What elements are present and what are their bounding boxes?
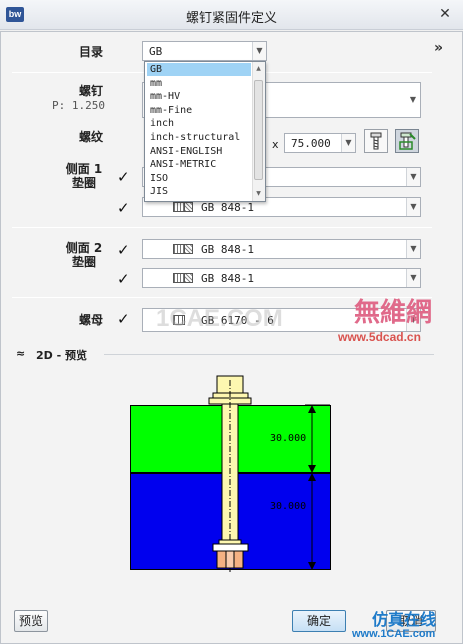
title-bar: bw 螺钉紧固件定义 ✕ bbox=[0, 0, 463, 30]
watermark-url1: www.5dcad.cn bbox=[338, 330, 421, 344]
side1-label: 侧面 1 垫圈 bbox=[65, 162, 103, 190]
screw-thread-button[interactable] bbox=[364, 129, 388, 153]
dropdown-scrollbar[interactable]: ▲ ▼ bbox=[252, 62, 265, 201]
nut-checkbox[interactable]: ✓ bbox=[117, 312, 131, 327]
catalog-option[interactable]: inch-structural bbox=[147, 131, 251, 144]
scroll-up-icon[interactable]: ▲ bbox=[254, 63, 263, 75]
scroll-thumb[interactable] bbox=[254, 80, 263, 180]
washer-thumbnail-icon bbox=[173, 202, 185, 212]
preview-toggle-icon[interactable]: ≈ bbox=[16, 347, 25, 360]
catalog-option[interactable]: mm-HV bbox=[147, 90, 251, 103]
catalog-option[interactable]: mm bbox=[147, 77, 251, 90]
side1-washer2-checkbox[interactable]: ✓ bbox=[117, 201, 131, 216]
catalog-option[interactable]: JIS bbox=[147, 185, 251, 198]
screw-hole-icon bbox=[399, 132, 416, 150]
watermark-cn-logo: 無維網 bbox=[354, 298, 433, 328]
ok-button[interactable]: 确定 bbox=[292, 610, 346, 632]
catalog-select[interactable]: GB ▼ bbox=[142, 41, 267, 61]
catalog-value: GB bbox=[149, 45, 163, 58]
chevron-down-icon[interactable]: ▼ bbox=[341, 134, 355, 152]
catalog-dropdown-list[interactable]: ▲ ▼ GB mm mm-HV mm-Fine inch inch-structural A… bbox=[144, 61, 266, 202]
side2-label: 侧面 2 垫圈 bbox=[65, 241, 103, 269]
dim-top-label: 30.000 bbox=[270, 433, 307, 444]
catalog-option[interactable]: ANSI-METRIC bbox=[147, 158, 251, 171]
preview-canvas bbox=[130, 405, 331, 570]
preview-button[interactable]: 预览 bbox=[14, 610, 48, 632]
catalog-option[interactable]: GB bbox=[147, 63, 251, 76]
screw-icon bbox=[370, 132, 382, 150]
chevron-down-icon[interactable]: ▼ bbox=[406, 269, 420, 287]
chevron-down-icon[interactable]: ▼ bbox=[252, 42, 266, 60]
nut-label: 螺母 bbox=[78, 313, 103, 327]
chevron-down-icon[interactable]: ▼ bbox=[406, 240, 420, 258]
catalog-label: 目录 bbox=[78, 45, 103, 59]
catalog-option[interactable]: mm-Fine bbox=[147, 104, 251, 117]
side2-washer1-select[interactable]: GB 848-1 ▼ bbox=[142, 239, 421, 259]
watermark-cn-logo2: 仿真在线 bbox=[372, 612, 437, 629]
window-title: 螺钉紧固件定义 bbox=[185, 11, 277, 26]
watermark-url2: www.1CAE.com bbox=[352, 628, 436, 640]
thread-x-label: x bbox=[272, 138, 279, 151]
side2-washer2-checkbox[interactable]: ✓ bbox=[117, 272, 131, 287]
bottom-plate bbox=[130, 473, 331, 570]
preview-divider bbox=[104, 354, 434, 355]
washer-thumbnail-icon bbox=[173, 273, 185, 283]
close-icon[interactable]: ✕ bbox=[437, 5, 453, 23]
screw-hole-button[interactable] bbox=[395, 129, 419, 153]
catalog-option[interactable]: ANSI-ENGLISH bbox=[147, 145, 251, 158]
catalog-option[interactable]: ISO bbox=[147, 172, 251, 185]
catalog-option[interactable]: inch bbox=[147, 117, 251, 130]
scroll-down-icon[interactable]: ▼ bbox=[254, 188, 263, 200]
side1-washer1-checkbox[interactable]: ✓ bbox=[117, 170, 131, 185]
screw-pitch: P: 1.250 bbox=[52, 99, 105, 112]
chevron-down-icon[interactable]: ▼ bbox=[406, 168, 420, 186]
screw-label: 螺钉 bbox=[78, 84, 103, 98]
thread-length-select[interactable]: 75.000 ▼ bbox=[284, 133, 356, 153]
side2-washer1-checkbox[interactable]: ✓ bbox=[117, 243, 131, 258]
expand-icon[interactable]: » bbox=[434, 40, 443, 56]
chevron-down-icon[interactable]: ▼ bbox=[406, 83, 420, 117]
chevron-down-icon[interactable]: ▼ bbox=[406, 198, 420, 216]
thread-length-value: 75.000 bbox=[291, 137, 331, 150]
washer-thumbnail-icon bbox=[173, 244, 185, 254]
preview-title: 2D - 预览 bbox=[36, 349, 88, 362]
watermark-mark: 1CAE.COM bbox=[156, 305, 283, 332]
side2-washer2-select[interactable]: GB 848-1 ▼ bbox=[142, 268, 421, 288]
thread-label: 螺纹 bbox=[78, 130, 103, 144]
dim-bottom-label: 30.000 bbox=[270, 501, 307, 512]
